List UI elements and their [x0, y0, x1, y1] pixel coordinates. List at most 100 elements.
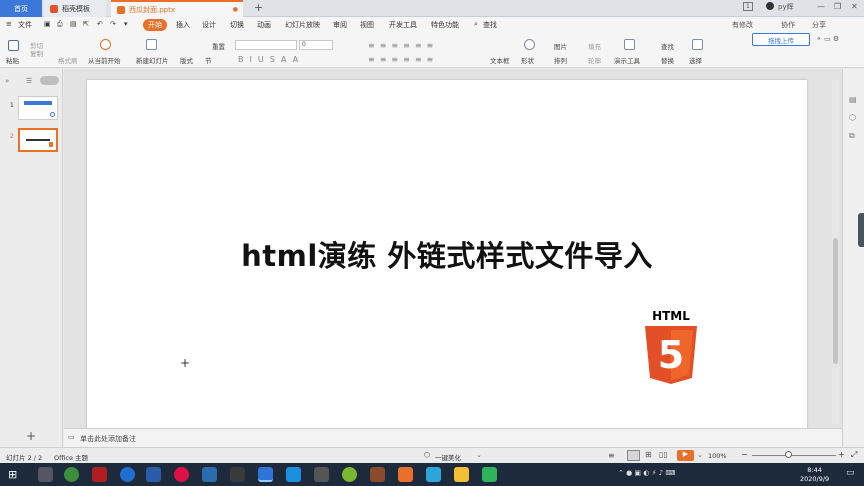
format-painter-button[interactable]: 格式刷 [58, 55, 78, 65]
taskbar-wps-icon[interactable] [258, 467, 273, 482]
tab-template[interactable]: 稻壳模板 [44, 0, 106, 17]
tab-file[interactable]: 西瓜封面.pptx ● [111, 0, 243, 17]
menu-file[interactable]: 文件 [18, 20, 32, 30]
select-icon[interactable] [692, 39, 703, 50]
taskbar-app-icon[interactable] [64, 467, 79, 482]
font-style-buttons[interactable]: BIUSAA [238, 55, 304, 64]
new-slide-button[interactable]: 新建幻灯片 [136, 55, 169, 65]
font-family-select[interactable] [235, 40, 297, 50]
textbox-button[interactable]: 文本框 [490, 55, 510, 65]
sidebar-backup-icon[interactable]: ⧉ [849, 131, 855, 141]
play-icon[interactable] [100, 39, 111, 50]
zoom-slider[interactable] [752, 455, 836, 456]
copy-button[interactable]: 复制 [30, 48, 43, 58]
notes-bar[interactable]: ▭ 单击此处添加备注 [64, 428, 842, 447]
menu-search[interactable]: 查找 [483, 20, 497, 30]
menu-review[interactable]: 审阅 [333, 20, 347, 30]
thumbnail-view-toggle[interactable] [40, 76, 59, 85]
outline-button[interactable]: 轮廓 [588, 55, 601, 65]
windows-start-icon[interactable]: ⊞ [8, 468, 17, 481]
user-name[interactable]: py辉 [778, 2, 794, 12]
taskbar-app-icon[interactable] [174, 467, 189, 482]
beautify-dropdown-icon[interactable]: ⌄ [476, 451, 482, 459]
close-icon[interactable]: ✕ [851, 2, 858, 11]
zoom-level[interactable]: 100% [708, 452, 727, 460]
redo-icon[interactable]: ↷ [110, 20, 116, 28]
fill-button[interactable]: 填充 [588, 41, 601, 51]
taskbar-app-icon[interactable] [202, 467, 217, 482]
taskbar-hbuilder-icon[interactable] [482, 467, 497, 482]
menu-developer[interactable]: 开发工具 [389, 20, 417, 30]
zoom-out-icon[interactable]: − [741, 450, 748, 459]
save-icon[interactable]: ▣ [44, 20, 51, 28]
toolbar-extra-icons[interactable]: ⚬ ▭ ⚙ [816, 35, 839, 43]
system-clock[interactable]: 8:44 2020/9/9 [800, 466, 829, 484]
taskbar-app-icon[interactable] [398, 467, 413, 482]
add-slide-icon[interactable]: + [26, 429, 36, 443]
sidebar-handle[interactable] [858, 213, 864, 247]
play-dropdown-icon[interactable]: ⌄ [697, 451, 703, 459]
html5-logo-icon[interactable]: HTML 5 [643, 308, 699, 386]
tab-home[interactable]: 首页 [0, 0, 42, 17]
font-size-select[interactable]: 0 [299, 40, 333, 50]
fit-window-icon[interactable]: ⤢ [851, 450, 857, 460]
taskbar-app-icon[interactable] [38, 467, 53, 482]
notes-placeholder[interactable]: 单击此处添加备注 [80, 434, 136, 444]
tray-icons[interactable]: ⌃ ● ▣ ◐ ⚡ ♪ ⌨ [618, 469, 676, 477]
taskbar-app-icon[interactable] [314, 467, 329, 482]
collab-button[interactable]: 协作 [781, 20, 795, 30]
menu-slideshow[interactable]: 幻灯片放映 [285, 20, 320, 30]
shape-icon[interactable] [524, 39, 535, 50]
search-icon[interactable]: ⌕ [474, 20, 478, 29]
taskbar-app-icon[interactable] [230, 467, 245, 482]
minimize-icon[interactable]: — [817, 2, 825, 11]
menu-transition[interactable]: 切换 [230, 20, 244, 30]
slide-thumbnail-2[interactable] [18, 128, 58, 152]
upload-button[interactable]: 拖拽上传 [752, 33, 810, 46]
print-icon[interactable]: ⎙ [57, 20, 63, 29]
theme-name[interactable]: Office 主题 [54, 452, 88, 462]
menu-start[interactable]: 开始 [143, 19, 167, 31]
play-slideshow-button[interactable]: ▶ [677, 450, 694, 461]
arrange-button[interactable]: 排列 [554, 55, 567, 65]
taskbar-app-icon[interactable] [454, 467, 469, 482]
outline-view-icon[interactable]: ☰ [26, 77, 32, 85]
replace-button[interactable]: 替换 [661, 55, 674, 65]
customize-icon[interactable]: ▾ [124, 20, 128, 28]
paste-button[interactable]: 粘贴 [6, 55, 19, 65]
menu-view[interactable]: 视图 [360, 20, 374, 30]
avatar[interactable] [766, 2, 774, 10]
taskbar-app-icon[interactable] [342, 467, 357, 482]
unsaved-indicator[interactable]: 有修改 [732, 20, 753, 30]
section-button[interactable]: 节 [205, 55, 212, 65]
normal-view-button[interactable] [627, 450, 640, 461]
beautify-icon[interactable]: ⬡ [424, 451, 430, 459]
find-button[interactable]: 查找 [661, 41, 674, 51]
restore-icon[interactable]: ❐ [834, 2, 841, 11]
notification-icon[interactable]: ▭ [846, 468, 855, 478]
menu-animation[interactable]: 动画 [257, 20, 271, 30]
beautify-button[interactable]: 一键美化 [435, 452, 461, 462]
notes-toggle-icon[interactable]: ≡ [608, 451, 615, 460]
picture-button[interactable]: 图片 [554, 41, 567, 51]
present-tools-button[interactable]: 演示工具 [614, 55, 640, 65]
vertical-scrollbar[interactable] [832, 80, 839, 424]
taskbar-app-icon[interactable] [120, 467, 135, 482]
zoom-slider-handle[interactable] [785, 451, 792, 458]
paragraph-buttons[interactable]: ≡≡≡≡≡≡ [368, 41, 438, 50]
present-tools-icon[interactable] [624, 39, 635, 50]
menu-design[interactable]: 设计 [202, 20, 216, 30]
export-icon[interactable]: ⇱ [83, 20, 89, 28]
reset-button[interactable]: 重置 [212, 41, 225, 51]
slide-title[interactable]: html演练 外链式样式文件导入 [87, 233, 807, 275]
slide[interactable]: html演练 外链式样式文件导入 HTML 5 [87, 80, 807, 432]
share-button[interactable]: 分享 [812, 20, 826, 30]
shape-button[interactable]: 形状 [521, 55, 534, 65]
layout-button[interactable]: 版式 [180, 55, 193, 65]
new-tab-icon[interactable]: + [254, 1, 263, 14]
paste-icon[interactable] [8, 40, 19, 51]
taskbar-app-icon[interactable] [146, 467, 161, 482]
taskbar-app-icon[interactable] [286, 467, 301, 482]
sidebar-collapse-icon[interactable]: ▤ [849, 95, 857, 104]
menu-features[interactable]: 特色功能 [431, 20, 459, 30]
